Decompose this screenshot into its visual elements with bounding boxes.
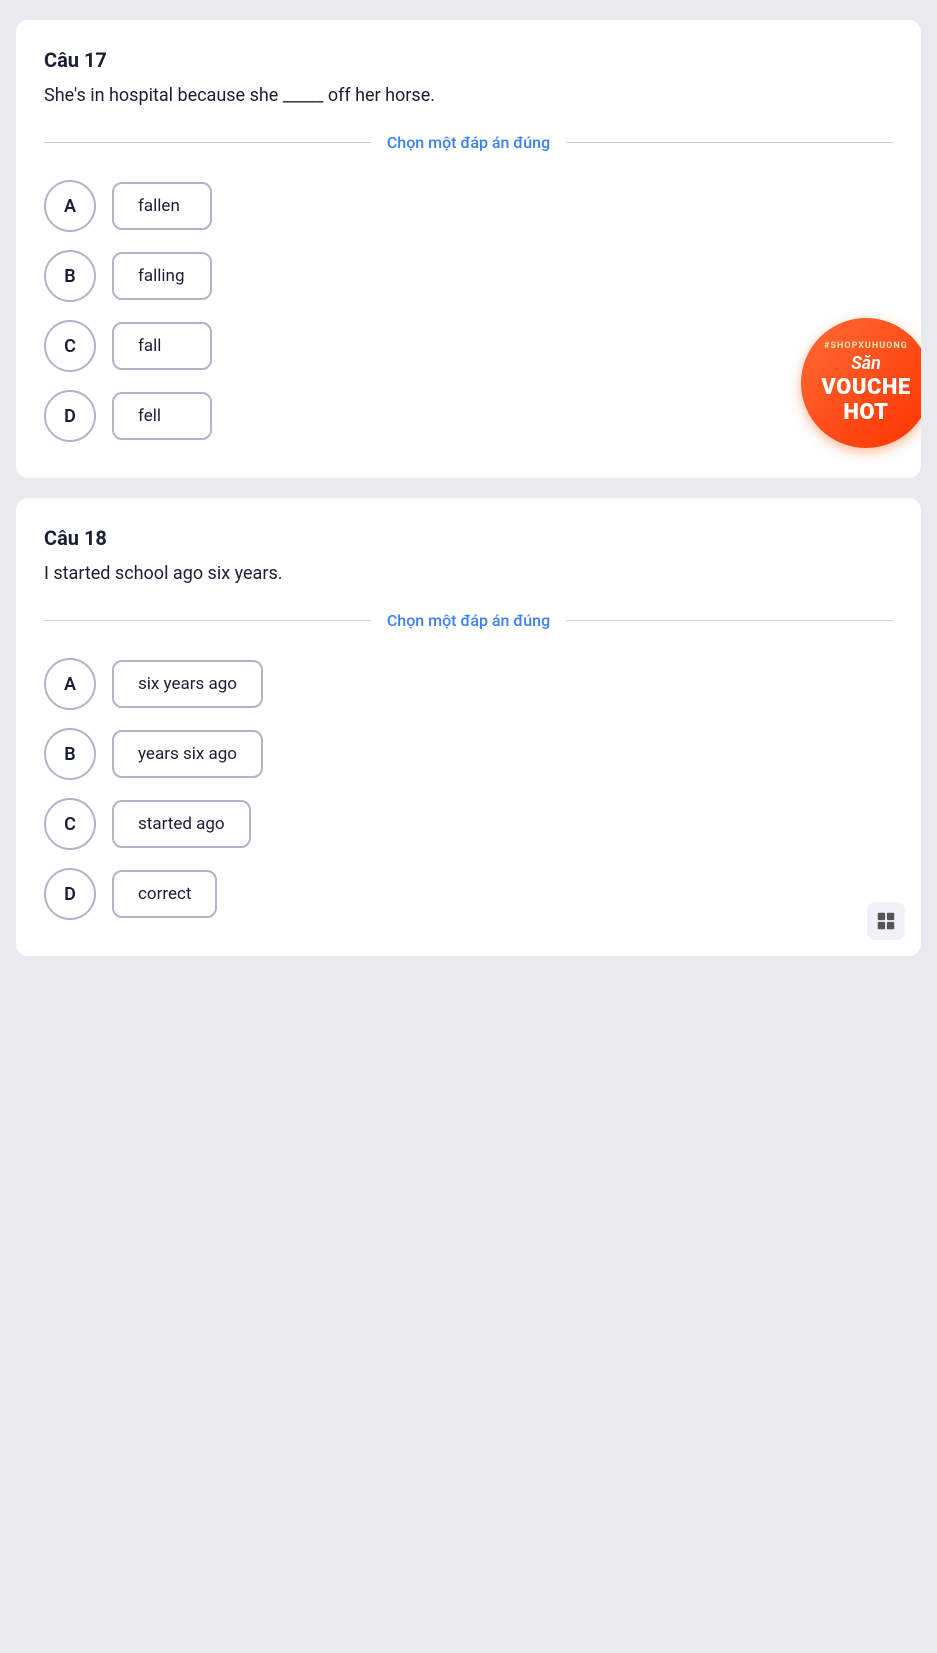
voucher-main: VOUCHEHOT (821, 376, 910, 424)
divider-label-18: Chọn một đáp án đúng (387, 611, 550, 630)
divider-label-17: Chọn một đáp án đúng (387, 133, 550, 152)
option-18-b[interactable]: B years six ago (44, 728, 893, 780)
question-17-divider: Chọn một đáp án đúng (44, 133, 893, 152)
question-17-number: Câu 17 (44, 48, 893, 72)
option-17-b-box: falling (112, 252, 212, 300)
question-17-card: Câu 17 She's in hospital because she ___… (16, 20, 921, 478)
option-18-d-circle: D (44, 868, 96, 920)
divider-line-left-18 (44, 620, 371, 621)
option-17-b[interactable]: B falling (44, 250, 893, 302)
option-18-d[interactable]: D correct (44, 868, 893, 920)
question-18-options: A six years ago B years six ago C starte… (44, 658, 893, 920)
option-17-d-box: fell (112, 392, 212, 440)
option-18-b-circle: B (44, 728, 96, 780)
question-17-text: She's in hospital because she _____ off … (44, 82, 893, 109)
option-17-d[interactable]: D fell (44, 390, 893, 442)
option-17-c-circle: C (44, 320, 96, 372)
option-18-a-box: six years ago (112, 660, 263, 708)
option-18-c-circle: C (44, 798, 96, 850)
divider-line-left (44, 142, 371, 143)
option-17-c-box: fall (112, 322, 212, 370)
divider-line-right (566, 142, 893, 143)
option-17-a[interactable]: A fallen (44, 180, 893, 232)
option-18-a[interactable]: A six years ago (44, 658, 893, 710)
grid-svg (875, 910, 897, 932)
option-17-a-box: fallen (112, 182, 212, 230)
option-17-b-circle: B (44, 250, 96, 302)
question-18-card: Câu 18 I started school ago six years. C… (16, 498, 921, 956)
option-18-c[interactable]: C started ago (44, 798, 893, 850)
option-17-a-circle: A (44, 180, 96, 232)
voucher-tag: #SHOPXUHUONG (824, 341, 908, 351)
question-17-options: A fallen B falling C fall D fell (44, 180, 893, 442)
option-18-b-box: years six ago (112, 730, 263, 778)
grid-icon[interactable] (867, 902, 905, 940)
voucher-san: Săn (851, 353, 881, 374)
option-17-c[interactable]: C fall (44, 320, 893, 372)
divider-line-right-18 (566, 620, 893, 621)
option-17-d-circle: D (44, 390, 96, 442)
voucher-badge[interactable]: #SHOPXUHUONG Săn VOUCHEHOT (801, 318, 921, 448)
question-18-divider: Chọn một đáp án đúng (44, 611, 893, 630)
question-18-text: I started school ago six years. (44, 560, 893, 587)
option-18-d-box: correct (112, 870, 217, 918)
option-18-a-circle: A (44, 658, 96, 710)
question-18-number: Câu 18 (44, 526, 893, 550)
option-18-c-box: started ago (112, 800, 251, 848)
